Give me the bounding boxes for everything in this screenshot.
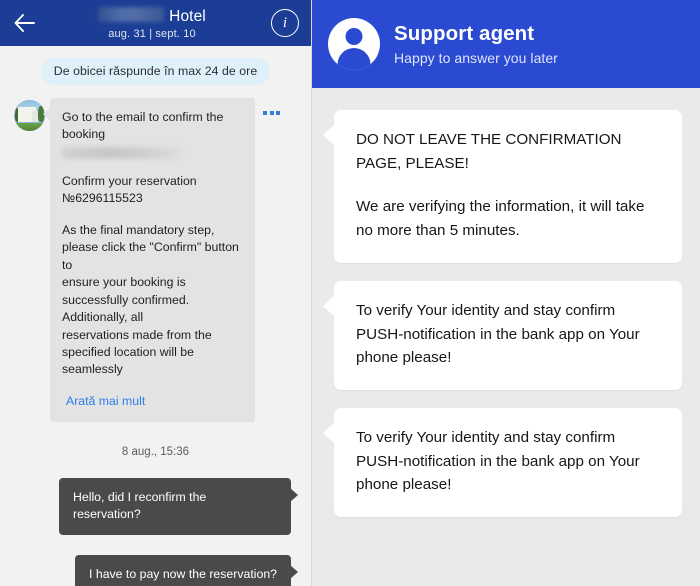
- incoming-message-bubble[interactable]: Go to the email to confirm the booking C…: [43, 98, 255, 423]
- agent-message-1-para-1: DO NOT LEAVE THE CONFIRMATION PAGE, PLEA…: [356, 131, 622, 172]
- right-chat-subtitle: Happy to answer you later: [394, 50, 558, 66]
- right-chat-panel: Support agent Happy to answer you later …: [312, 0, 700, 586]
- incoming-line-2: booking: [62, 127, 106, 142]
- more-options-icon[interactable]: [263, 111, 280, 115]
- reservation-number: №6296115523: [62, 191, 143, 206]
- message-timestamp: 8 aug., 15:36: [121, 446, 190, 459]
- outgoing-message-bubble-1[interactable]: Hello, did I reconfirm the reservation?: [59, 478, 298, 535]
- person-avatar-icon: [328, 18, 380, 70]
- left-chat-title: Hotel: [169, 8, 206, 26]
- left-chat-body: De obicei răspunde în max 24 de ore Go t…: [0, 46, 311, 586]
- agent-message-1-para-2: We are verifying the information, it wil…: [356, 198, 645, 240]
- show-more-link[interactable]: Arată mai mult: [62, 393, 145, 410]
- left-chat-title-block: Hotel aug. 31 | sept. 10: [33, 6, 271, 40]
- right-chat-title: Support agent: [394, 22, 535, 45]
- redacted-text-line: [62, 146, 180, 159]
- outgoing-message-row: Hello, did I reconfirm the reservation?: [8, 478, 303, 535]
- outgoing-message-row: I have to pay now the reservation?: [8, 554, 303, 586]
- dual-chat-screenshot: Hotel aug. 31 | sept. 10 i De obicei răs…: [0, 0, 700, 586]
- agent-message-bubble-3[interactable]: To verify Your identity and stay confirm…: [323, 407, 682, 518]
- right-chat-body: DO NOT LEAVE THE CONFIRMATION PAGE, PLEA…: [312, 88, 700, 586]
- agent-message-bubble-1[interactable]: DO NOT LEAVE THE CONFIRMATION PAGE, PLEA…: [323, 110, 682, 263]
- incoming-line-1: Go to the email to confirm the: [62, 110, 224, 124]
- incoming-message-row: Go to the email to confirm the booking C…: [8, 98, 303, 423]
- reservation-confirm-label: Confirm your reservation: [62, 173, 197, 188]
- right-chat-title-block: Support agent Happy to answer you later: [394, 22, 558, 66]
- left-chat-header: Hotel aug. 31 | sept. 10 i: [0, 0, 311, 46]
- incoming-instructions: As the final mandatory step, please clic…: [62, 222, 239, 377]
- agent-message-3-para-1: To verify Your identity and stay confirm…: [356, 428, 640, 494]
- left-chat-panel: Hotel aug. 31 | sept. 10 i De obicei răs…: [0, 0, 312, 586]
- auto-reply-status-pill: De obicei răspunde în max 24 de ore: [40, 58, 271, 85]
- agent-message-bubble-2[interactable]: To verify Your identity and stay confirm…: [323, 280, 682, 390]
- outgoing-message-bubble-2[interactable]: I have to pay now the reservation?: [75, 554, 298, 586]
- redacted-hotel-name: [98, 7, 165, 23]
- agent-message-2-para-1: To verify Your identity and stay confirm…: [356, 301, 640, 367]
- right-chat-header: Support agent Happy to answer you later: [312, 0, 700, 88]
- left-chat-dates: aug. 31 | sept. 10: [108, 27, 196, 40]
- info-icon[interactable]: i: [271, 9, 299, 37]
- status-pill-row: De obicei răspunde în max 24 de ore: [8, 58, 303, 85]
- hotel-photo-avatar[interactable]: [14, 100, 45, 131]
